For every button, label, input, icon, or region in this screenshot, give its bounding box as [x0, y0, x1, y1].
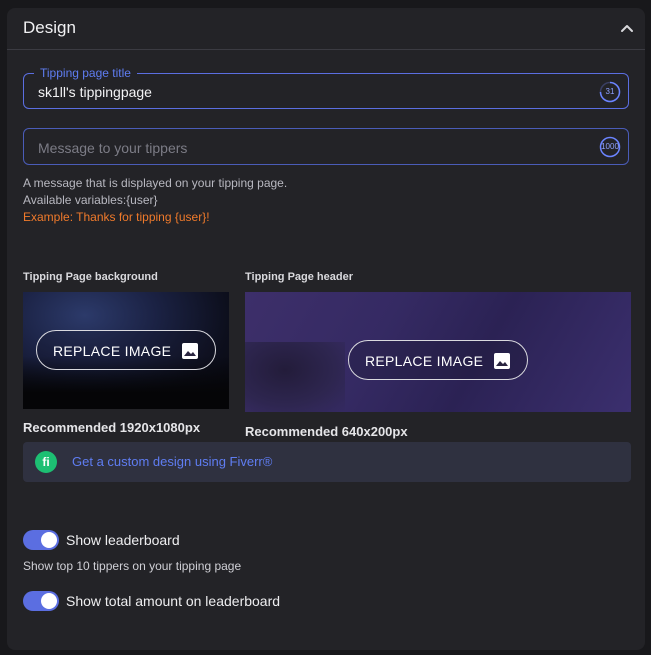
- header-image-preview: REPLACE IMAGE: [245, 292, 631, 412]
- message-char-counter-value: 1000: [601, 142, 619, 151]
- replace-background-image-button[interactable]: REPLACE IMAGE: [36, 330, 216, 370]
- section-title: Design: [23, 18, 76, 37]
- section-header[interactable]: Design: [7, 8, 645, 50]
- show-leaderboard-help: Show top 10 tippers on your tipping page: [23, 559, 242, 573]
- header-image-label: Tipping Page header: [245, 271, 353, 283]
- chevron-up-icon[interactable]: [619, 20, 635, 36]
- background-recommended-size: Recommended 1920x1080px: [23, 420, 201, 435]
- tipping-page-title-input[interactable]: sk1ll's tippingpage: [38, 84, 152, 100]
- design-panel: Design Tipping page title sk1ll's tippin…: [7, 8, 645, 650]
- replace-image-label: REPLACE IMAGE: [53, 343, 172, 359]
- replace-image-label: REPLACE IMAGE: [365, 353, 484, 369]
- toggle-knob: [41, 532, 57, 548]
- background-image-label: Tipping Page background: [23, 271, 158, 283]
- title-char-counter: 31: [599, 81, 621, 103]
- message-variables-text: Available variables:{user}: [23, 193, 158, 207]
- tipping-page-title-label: Tipping page title: [34, 66, 137, 80]
- toggle-knob: [41, 593, 57, 609]
- message-field[interactable]: Message to your tippers 1000: [23, 128, 629, 165]
- show-leaderboard-label: Show leaderboard: [66, 532, 180, 548]
- title-char-counter-value: 31: [605, 87, 615, 96]
- show-total-amount-toggle[interactable]: [23, 591, 59, 611]
- fiverr-logo-icon: fi: [35, 451, 57, 473]
- background-image-preview: REPLACE IMAGE: [23, 292, 229, 409]
- show-total-amount-label: Show total amount on leaderboard: [66, 593, 281, 609]
- show-leaderboard-toggle[interactable]: [23, 530, 59, 550]
- message-char-counter: 1000: [599, 136, 621, 158]
- fiverr-link-text[interactable]: Get a custom design using Fiverr®: [72, 454, 272, 469]
- header-image-shadow: [245, 342, 345, 412]
- fiverr-custom-design-link[interactable]: fi Get a custom design using Fiverr®: [23, 442, 631, 482]
- image-icon: [182, 343, 198, 359]
- tipping-page-title-field[interactable]: Tipping page title sk1ll's tippingpage 3…: [23, 66, 629, 109]
- message-example-text: Example: Thanks for tipping {user}!: [23, 210, 210, 224]
- message-help-text: A message that is displayed on your tipp…: [23, 176, 288, 190]
- replace-header-image-button[interactable]: REPLACE IMAGE: [348, 340, 528, 380]
- message-input[interactable]: Message to your tippers: [38, 140, 187, 156]
- image-icon: [494, 353, 510, 369]
- header-recommended-size: Recommended 640x200px: [245, 424, 408, 439]
